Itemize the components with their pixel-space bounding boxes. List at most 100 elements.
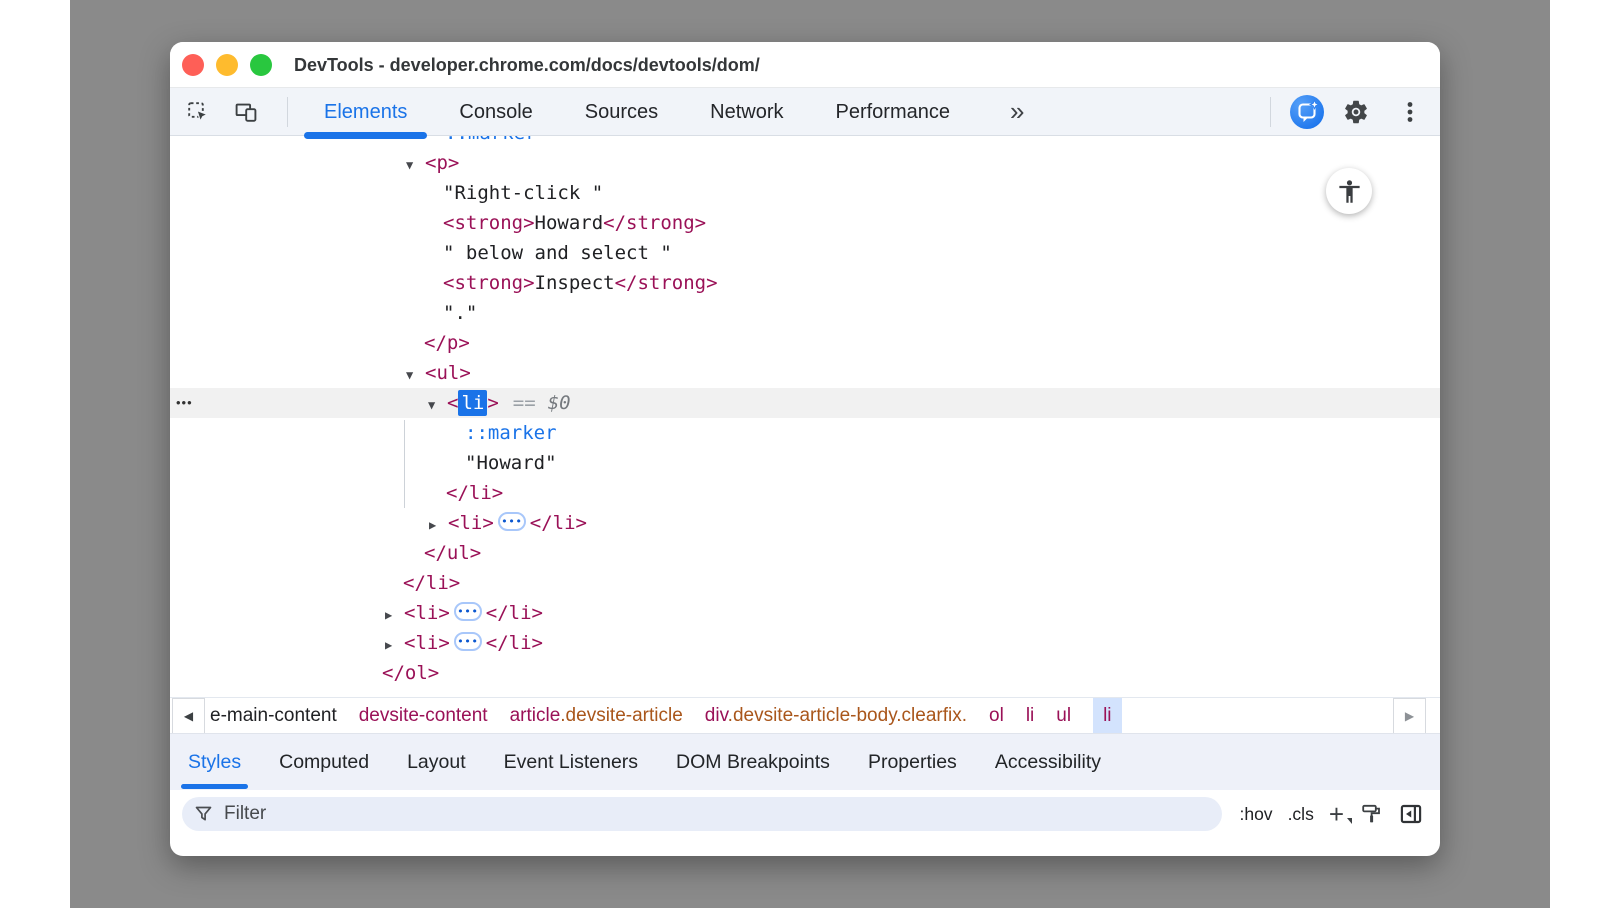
tab-sources[interactable]: Sources (559, 88, 684, 136)
filter-funnel-icon (194, 804, 214, 824)
styles-tab-dom-breakpoints[interactable]: DOM Breakpoints (676, 734, 830, 790)
text-node: "." (443, 302, 477, 324)
breadcrumb-scroll-right-button[interactable]: ▶ (1393, 698, 1426, 734)
styles-tab-computed[interactable]: Computed (279, 734, 369, 790)
highlighted-tag-name: li (458, 390, 487, 416)
dom-tree-panel: ::marker▼<p>"Right-click "<strong>Howard… (170, 136, 1440, 697)
dock-side-toggle-icon[interactable] (1398, 801, 1424, 827)
ai-assistant-icon[interactable] (1290, 95, 1324, 129)
tag-token: </strong> (603, 212, 706, 234)
expand-toggle-icon[interactable]: ▶ (385, 630, 404, 660)
styles-tab-event-listeners[interactable]: Event Listeners (504, 734, 638, 790)
tab-elements[interactable]: Elements (298, 88, 433, 136)
dom-tree-row[interactable]: ▼<ul> (170, 358, 1440, 388)
tag-token: </p> (424, 332, 470, 354)
text-node: "Howard" (465, 452, 557, 474)
pseudo-state-toggle[interactable]: :hov (1239, 804, 1272, 825)
styles-tab-strip: Styles Computed Layout Event Listeners DOM B… (170, 733, 1440, 790)
dom-tree-row[interactable]: </ul> (170, 538, 1440, 568)
tag-token: </li> (486, 632, 543, 654)
breadcrumb-item[interactable]: li (1026, 698, 1034, 734)
gear-icon[interactable] (1342, 98, 1366, 122)
minimize-window-button[interactable] (216, 54, 238, 76)
filter-input[interactable] (224, 803, 1210, 825)
inspect-element-icon[interactable] (186, 100, 210, 124)
kebab-menu-icon[interactable] (1398, 100, 1422, 124)
breadcrumb-bar: ◀ e-main-content devsite-content article.d… (170, 697, 1440, 733)
styles-tab-accessibility[interactable]: Accessibility (995, 734, 1101, 790)
row-gutter-dots[interactable]: ••• (176, 388, 193, 418)
close-window-button[interactable] (182, 54, 204, 76)
expand-toggle-icon[interactable]: ▼ (406, 150, 425, 180)
dom-tree-row[interactable]: </li> (170, 478, 1440, 508)
screenshot-stage: DevTools - developer.chrome.com/docs/dev… (0, 0, 1600, 908)
dom-tree-row[interactable]: </ol> (170, 658, 1440, 688)
tag-token: <li> (404, 632, 450, 654)
text-node: "Right-click " (443, 182, 603, 204)
breadcrumb-item[interactable]: article.devsite-article (510, 698, 683, 734)
styles-tab-styles[interactable]: Styles (188, 734, 241, 790)
dom-tree-row[interactable]: "Right-click " (170, 178, 1440, 208)
styles-tab-properties[interactable]: Properties (868, 734, 957, 790)
dom-tree-row[interactable]: ▶<li>•••</li> (170, 628, 1440, 658)
ellipsis-expand-badge[interactable]: ••• (454, 632, 482, 651)
dom-tree-row[interactable]: "." (170, 298, 1440, 328)
dom-tree-row[interactable]: "Howard" (170, 448, 1440, 478)
breadcrumb-item[interactable]: ul (1056, 698, 1071, 734)
styles-filter-bar: :hov .cls + (170, 790, 1440, 838)
styles-tab-layout[interactable]: Layout (407, 734, 466, 790)
new-style-rule-button[interactable]: + (1329, 802, 1344, 826)
expand-toggle-icon[interactable]: ▼ (406, 360, 425, 390)
breadcrumb-item-selected[interactable]: li (1093, 698, 1121, 734)
ellipsis-expand-badge[interactable]: ••• (498, 512, 526, 531)
tag-token: </li> (446, 482, 503, 504)
element-classes-toggle[interactable]: .cls (1288, 804, 1314, 825)
console-reference-token: $0 (548, 392, 571, 414)
breadcrumb-item[interactable]: e-main-content (210, 698, 337, 734)
zoom-window-button[interactable] (250, 54, 272, 76)
devtools-window: DevTools - developer.chrome.com/docs/dev… (170, 42, 1440, 856)
tag-token: <li> (404, 602, 450, 624)
text-node: " below and select " (443, 242, 672, 264)
dom-tree-row[interactable]: ▶<li>•••</li> (170, 598, 1440, 628)
tab-console[interactable]: Console (433, 88, 558, 136)
tag-token: <ul> (425, 362, 471, 384)
ellipsis-expand-badge[interactable]: ••• (454, 602, 482, 621)
breadcrumb: e-main-content devsite-content article.dev… (210, 698, 1122, 734)
dom-tree-row[interactable]: ::marker (170, 418, 1440, 448)
accessibility-overlay-button[interactable] (1326, 168, 1372, 214)
expand-toggle-icon[interactable]: ▶ (385, 600, 404, 630)
tab-network[interactable]: Network (684, 88, 809, 136)
tag-token: <strong> (443, 212, 535, 234)
tag-token: </strong> (615, 272, 718, 294)
text-node: Howard (535, 212, 604, 234)
dom-tree-row[interactable]: ▶<li>•••</li> (170, 508, 1440, 538)
tab-performance[interactable]: Performance (810, 88, 977, 136)
tag-token: </ul> (424, 542, 481, 564)
window-title: DevTools - developer.chrome.com/docs/dev… (294, 42, 760, 88)
paint-roller-icon[interactable] (1359, 802, 1383, 826)
toolbar-divider-right (1270, 97, 1271, 127)
more-tabs-chevron[interactable]: » (1010, 88, 1024, 134)
breadcrumb-item[interactable]: devsite-content (359, 698, 488, 734)
dom-tree-row[interactable]: </li> (170, 568, 1440, 598)
toolbar-divider (287, 97, 288, 127)
dom-tree-row[interactable]: </p> (170, 328, 1440, 358)
main-toolbar: ElementsConsoleSourcesNetworkPerformance… (170, 88, 1440, 136)
tag-token: <p> (425, 152, 459, 174)
dom-tree-row-selected[interactable]: •••▼<li>==$0 (170, 388, 1440, 418)
dom-tree-row[interactable]: " below and select " (170, 238, 1440, 268)
breadcrumb-item[interactable]: ol (989, 698, 1004, 734)
dom-tree-row[interactable]: ▼<p> (170, 148, 1440, 178)
device-toolbar-icon[interactable] (234, 100, 258, 124)
dom-tree-row[interactable]: <strong>Inspect</strong> (170, 268, 1440, 298)
breadcrumb-scroll-left-button[interactable]: ◀ (172, 698, 205, 734)
expand-toggle-icon[interactable]: ▼ (428, 390, 447, 420)
expand-toggle-icon[interactable]: ▶ (429, 510, 448, 540)
title-bar: DevTools - developer.chrome.com/docs/dev… (170, 42, 1440, 88)
tag-token: </ol> (382, 662, 439, 684)
tag-token: </li> (403, 572, 460, 594)
breadcrumb-item[interactable]: div.devsite-article-body.clearfix. (705, 698, 967, 734)
dom-tree-row[interactable]: <strong>Howard</strong> (170, 208, 1440, 238)
equals-token: == (513, 392, 536, 414)
